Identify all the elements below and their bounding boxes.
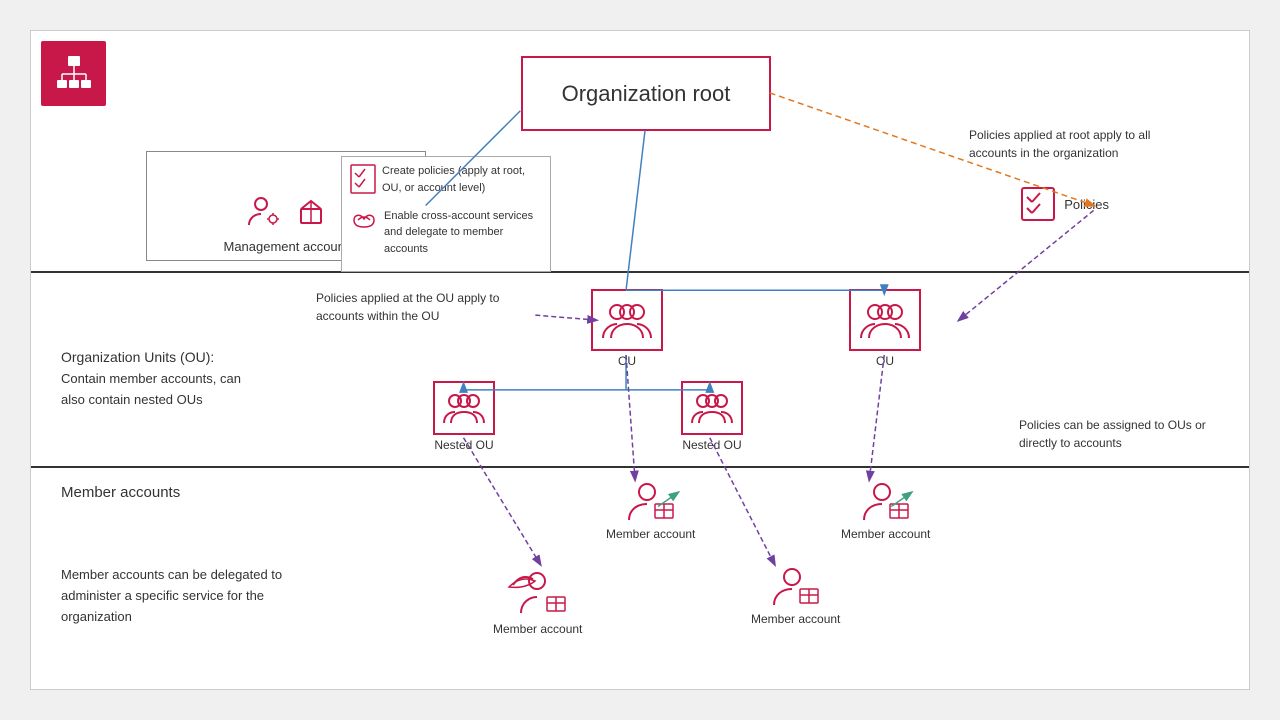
divider-1 (31, 271, 1249, 273)
ou-icon-left: OU (591, 289, 663, 368)
policies-root-annotation: Policies applied at root apply to all ac… (969, 126, 1189, 162)
nested-bordered-left (433, 381, 495, 435)
member-section-desc: Member accounts can be delegated to admi… (61, 567, 282, 624)
divider-2 (31, 466, 1249, 468)
delegate-icon (350, 209, 378, 237)
feature-item-1: Create policies (apply at root, OU, or a… (350, 163, 542, 200)
nested-ou-left: Nested OU (433, 381, 495, 452)
ou-section-title: Organization Units (OU): (61, 349, 214, 365)
person-gear-icon (245, 191, 285, 231)
nested-bordered-right (681, 381, 743, 435)
policies-ou-annotation: Policies can be assigned to OUs or direc… (1019, 416, 1219, 452)
ou-section-desc: Contain member accounts, can also contai… (61, 371, 241, 407)
member-account-label-2: Member account (841, 527, 930, 541)
mgmt-icons (245, 191, 327, 231)
org-root-label: Organization root (562, 81, 731, 107)
management-account-label: Management account (223, 239, 348, 254)
nested-ou-label-left: Nested OU (434, 438, 493, 452)
nested-ou-right: Nested OU (681, 381, 743, 452)
member-section-title: Member accounts (61, 481, 321, 505)
checklist-icon (350, 164, 376, 200)
feature-text-1: Create policies (apply at root, OU, or a… (382, 163, 542, 196)
nested-ou-label-right: Nested OU (682, 438, 741, 452)
main-diagram: Organization root Management accoun (30, 30, 1250, 690)
aws-org-icon (41, 41, 106, 106)
ou-label-right: OU (876, 354, 894, 368)
member-account-4: Member account (751, 565, 840, 626)
org-root-box: Organization root (521, 56, 771, 131)
policies-box: Policies (1020, 186, 1109, 222)
ou-annotation: Policies applied at the OU apply to acco… (316, 289, 531, 325)
feature-box: Create policies (apply at root, OU, or a… (341, 156, 551, 272)
member-account-label-4: Member account (751, 612, 840, 626)
ou-section-text: Organization Units (OU): Contain member … (61, 346, 261, 410)
ou-bordered-right (849, 289, 921, 351)
member-account-label-3: Member account (493, 622, 582, 636)
policies-label: Policies (1064, 197, 1109, 212)
feature-item-2: Enable cross-account services and delega… (350, 208, 542, 258)
ou-label-left: OU (618, 354, 636, 368)
ou-bordered-left (591, 289, 663, 351)
feature-text-2: Enable cross-account services and delega… (384, 208, 542, 258)
member-account-2: Member account (841, 480, 930, 541)
member-account-3: Member account (493, 565, 582, 636)
policies-checklist-icon (1020, 186, 1056, 222)
member-account-label-1: Member account (606, 527, 695, 541)
member-section-text: Member accounts Member accounts can be d… (61, 481, 321, 627)
ou-icon-right: OU (849, 289, 921, 368)
member-account-1: Member account (606, 480, 695, 541)
package-icon (295, 195, 327, 227)
